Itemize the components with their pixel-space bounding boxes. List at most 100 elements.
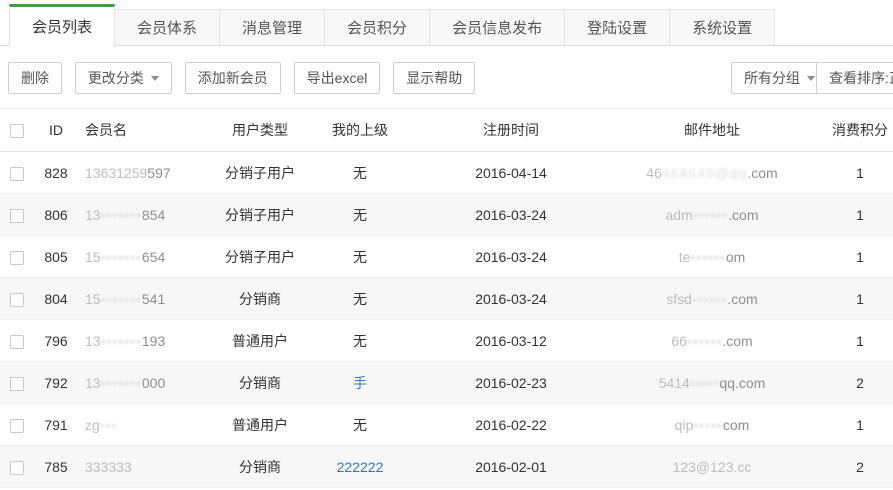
- table-row: 785 333333 分销商 222222 2016-02-01 123@123…: [0, 446, 893, 488]
- cell-id: 791: [34, 417, 78, 433]
- cell-user-type: 分销子用户: [210, 163, 310, 183]
- member-name-visible: 15: [85, 291, 101, 307]
- row-checkbox-cell: [0, 206, 34, 222]
- cell-user-type: 普通用户: [210, 415, 310, 435]
- row-checkbox-cell: [0, 332, 34, 348]
- row-checkbox[interactable]: [10, 251, 24, 265]
- member-name-suffix: 597: [147, 165, 170, 181]
- tab[interactable]: 会员积分: [324, 9, 430, 45]
- export-excel-button[interactable]: 导出excel: [294, 62, 381, 94]
- select-all-checkbox[interactable]: [10, 124, 24, 138]
- cell-member-name: 13631259597: [78, 165, 210, 181]
- email-redacted: ••••••: [693, 207, 728, 223]
- tab[interactable]: 会员体系: [114, 9, 220, 45]
- cell-user-type: 分销子用户: [210, 247, 310, 267]
- cell-member-name: 13•••••••854: [78, 207, 210, 223]
- cell-member-name: 13•••••••193: [78, 333, 210, 349]
- cell-email: 46464646@qq.com: [612, 165, 812, 181]
- cell-email: 5414•••••qq.com: [612, 375, 812, 391]
- tab[interactable]: 登陆设置: [564, 9, 670, 45]
- email-suffix: qq.com: [719, 375, 765, 391]
- member-name-visible: 333333: [85, 459, 132, 475]
- member-name-visible: 13631259: [85, 165, 147, 181]
- member-name-visible: 15: [85, 249, 101, 265]
- member-name-redacted: •••••••: [101, 291, 142, 307]
- cell-id: 785: [34, 459, 78, 475]
- cell-points: 1: [812, 207, 893, 223]
- header-member-name: 会员名: [78, 120, 210, 140]
- email-visible: 123@123.cc: [673, 459, 752, 475]
- email-visible: adm: [666, 207, 693, 223]
- upline-link[interactable]: 222222: [337, 459, 384, 475]
- header-checkbox-cell: [0, 122, 34, 138]
- email-redacted: ••••••: [690, 249, 725, 265]
- tab-label: 会员信息发布: [452, 17, 542, 38]
- all-groups-dropdown[interactable]: 所有分组: [731, 62, 828, 94]
- cell-upline: 无: [310, 205, 410, 225]
- cell-id: 792: [34, 375, 78, 391]
- email-redacted: 464646@qq: [662, 165, 748, 181]
- tab[interactable]: 系统设置: [669, 9, 775, 45]
- cell-register-time: 2016-03-24: [410, 291, 612, 307]
- row-checkbox-cell: [0, 374, 34, 390]
- chevron-down-icon: [151, 76, 159, 81]
- member-name-visible: 13: [85, 207, 101, 223]
- table-row: 791 zg••• 普通用户 无 2016-02-22 qip•••••com …: [0, 404, 893, 446]
- member-name-visible: zg: [85, 417, 100, 433]
- member-name-visible: 13: [85, 333, 101, 349]
- tab[interactable]: 消息管理: [219, 9, 325, 45]
- cell-user-type: 分销商: [210, 289, 310, 309]
- cell-register-time: 2016-02-22: [410, 417, 612, 433]
- tab[interactable]: 会员信息发布: [429, 9, 565, 45]
- table-row: 806 13•••••••854 分销子用户 无 2016-03-24 adm•…: [0, 194, 893, 236]
- cell-email: qip•••••com: [612, 417, 812, 433]
- table-header-row: ID 会员名 用户类型 我的上级 注册时间 邮件地址 消费积分: [0, 108, 893, 152]
- upline-value: 无: [353, 249, 367, 265]
- table-row: 796 13•••••••193 普通用户 无 2016-03-12 66•••…: [0, 320, 893, 362]
- change-category-dropdown[interactable]: 更改分类: [75, 62, 172, 94]
- cell-user-type: 分销子用户: [210, 205, 310, 225]
- cell-upline: 无: [310, 289, 410, 309]
- add-member-button[interactable]: 添加新会员: [185, 62, 281, 94]
- cell-upline: 无: [310, 247, 410, 267]
- email-visible: qip: [675, 417, 694, 433]
- cell-email: sfsd••••••.com: [612, 291, 812, 307]
- row-checkbox[interactable]: [10, 293, 24, 307]
- tab-label: 会员体系: [137, 17, 197, 38]
- email-suffix: .com: [747, 165, 777, 181]
- cell-register-time: 2016-03-24: [410, 207, 612, 223]
- sort-order-button[interactable]: 查看排序:正常排序: [816, 62, 893, 94]
- cell-member-name: 15•••••••541: [78, 291, 210, 307]
- row-checkbox[interactable]: [10, 209, 24, 223]
- chevron-down-icon: [807, 76, 815, 81]
- toolbar: 删除 更改分类 添加新会员 导出excel 显示帮助 所有分组 查看排序:正常排…: [0, 46, 893, 108]
- cell-points: 1: [812, 165, 893, 181]
- header-points: 消费积分: [812, 120, 893, 140]
- member-name-redacted: •••: [100, 417, 118, 433]
- delete-button[interactable]: 删除: [8, 62, 62, 94]
- row-checkbox[interactable]: [10, 377, 24, 391]
- header-register-time: 注册时间: [410, 120, 612, 140]
- email-suffix: com: [723, 417, 749, 433]
- change-category-label: 更改分类: [88, 68, 144, 88]
- row-checkbox[interactable]: [10, 461, 24, 475]
- email-visible: 5414: [659, 375, 690, 391]
- table-row: 828 13631259597 分销子用户 无 2016-04-14 46464…: [0, 152, 893, 194]
- row-checkbox-cell: [0, 458, 34, 474]
- email-suffix: om: [726, 249, 745, 265]
- email-visible: 66: [671, 333, 687, 349]
- header-id: ID: [34, 122, 78, 138]
- email-redacted: ••••••: [692, 291, 727, 307]
- tab[interactable]: 会员列表: [9, 4, 115, 46]
- table-body: 828 13631259597 分销子用户 无 2016-04-14 46464…: [0, 152, 893, 488]
- email-suffix: .com: [722, 333, 752, 349]
- row-checkbox[interactable]: [10, 419, 24, 433]
- row-checkbox[interactable]: [10, 167, 24, 181]
- tab-label: 登陆设置: [587, 17, 647, 38]
- cell-member-name: 333333: [78, 459, 210, 475]
- show-help-button[interactable]: 显示帮助: [393, 62, 475, 94]
- member-name-redacted: •••••••: [101, 249, 142, 265]
- row-checkbox[interactable]: [10, 335, 24, 349]
- upline-link[interactable]: 手: [353, 375, 367, 391]
- upline-value: 无: [353, 333, 367, 349]
